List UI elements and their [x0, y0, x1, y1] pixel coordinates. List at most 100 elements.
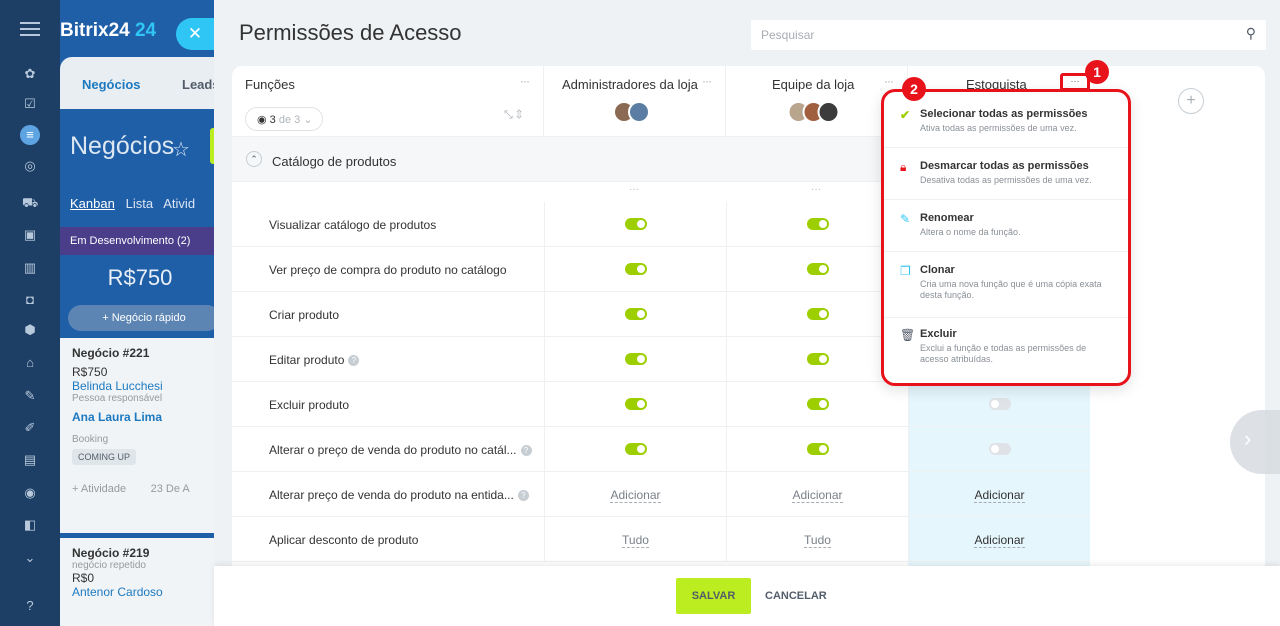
search-icon[interactable]: ⚲ [1246, 25, 1256, 42]
avatar [817, 101, 839, 123]
nav-icon-contacts[interactable]: ▣ [22, 227, 38, 243]
nav-icon-circle[interactable]: ◉ [22, 485, 38, 501]
nav-icon-chat[interactable]: ◧ [22, 517, 38, 533]
nav-icon-cart[interactable]: ⛟ [22, 195, 38, 211]
collapse-expand-icon[interactable]: ⤡ ⇕ [504, 109, 522, 122]
functions-menu-icon[interactable]: ··· [520, 74, 530, 88]
menu-item-desc: Altera o nome da função. [920, 227, 1021, 237]
permission-toggle[interactable] [807, 398, 829, 410]
deal-note: negócio repetido [72, 560, 146, 571]
section-label: Catálogo de produtos [272, 154, 397, 169]
close-slider-button[interactable]: ✕ [176, 18, 214, 50]
nav-icon-bank[interactable]: ⌂ [22, 355, 38, 371]
cell [726, 427, 908, 471]
quick-deal-button[interactable]: + Negócio rápido [68, 305, 220, 331]
permission-label: Visualizar catálogo de produtos [269, 218, 437, 232]
roles-count-pill[interactable]: ◉ 3 de 3 ⌄ [245, 107, 323, 131]
column-menu-icon[interactable]: ··· [884, 74, 894, 88]
step-marker: 1 [1085, 60, 1109, 84]
menu-item-deselect-all[interactable]: 🔒︎ Desmarcar todas as permissões Desativ… [884, 160, 1128, 200]
view-list[interactable]: Lista [126, 196, 153, 211]
cell: Tudo [726, 517, 908, 561]
permission-row: Aplicar desconto de produto Tudo Tudo Ad… [232, 517, 1090, 562]
nav-icon-robot[interactable]: ◘ [22, 292, 38, 308]
close-icon: ✕ [187, 24, 203, 43]
logo: Bitrix24 24 [60, 20, 156, 42]
permission-label: Alterar preço de venda do produto na ent… [269, 488, 514, 502]
cell [544, 292, 726, 336]
permission-label: Excluir produto [269, 398, 350, 412]
cell [908, 382, 1090, 426]
add-permission-link[interactable]: Adicionar [610, 488, 661, 503]
add-role-button[interactable]: + [1178, 88, 1204, 114]
permission-toggle[interactable] [807, 308, 829, 320]
permission-toggle[interactable] [807, 443, 829, 455]
permission-toggle[interactable] [807, 218, 829, 230]
cell: Tudo [544, 517, 726, 561]
add-activity-link[interactable]: + Atividade [72, 483, 126, 495]
nav-icon-sign[interactable]: ✎ [22, 388, 38, 404]
permission-label-wrap: Editar produto? [269, 353, 360, 367]
save-button[interactable]: SALVAR [676, 578, 751, 614]
star-icon[interactable]: ☆ [172, 137, 190, 162]
status-badge: COMING UP [72, 449, 137, 465]
permission-toggle[interactable] [807, 263, 829, 275]
column-dots-icon[interactable]: ··· [811, 184, 821, 195]
menu-item-title: Clonar [920, 264, 955, 276]
cell-value: Adicionar [909, 488, 1090, 503]
permission-toggle[interactable] [625, 443, 647, 455]
menu-item-delete[interactable]: 🗑︎ Excluir Exclui a função e todas as pe… [884, 328, 1128, 374]
add-permission-link[interactable]: Adicionar [792, 488, 843, 503]
permission-toggle[interactable] [625, 308, 647, 320]
permission-toggle[interactable] [989, 398, 1011, 410]
cancel-button[interactable]: CANCELAR [765, 590, 827, 602]
permission-label: Editar produto [269, 353, 345, 367]
view-activities[interactable]: Ativid [163, 196, 195, 211]
nav-icon-more[interactable]: ⌄ [22, 550, 38, 566]
deal-client[interactable]: Antenor Cardoso [72, 585, 208, 599]
column-dots-icon[interactable]: ··· [629, 184, 639, 195]
deal-card[interactable]: Negócio #219 negócio repetido R$0 Anteno… [60, 538, 220, 626]
add-permission-link[interactable]: Adicionar [974, 533, 1025, 548]
nav-icon-sites[interactable]: ✿ [22, 66, 38, 82]
left-nav: ✿ ☑ ≡ ◎ ⛟ ▣ ▥ ◘ ⬢ ⌂ ✎ ✐ ▤ ◉ ◧ ⌄ ? [0, 0, 60, 626]
menu-item-rename[interactable]: ✎ Renomear Altera o nome da função. [884, 212, 1128, 252]
nav-icon-target[interactable]: ◎ [22, 158, 38, 174]
menu-item-clone[interactable]: ❐ Clonar Cria uma nova função que é uma … [884, 264, 1128, 318]
nav-icon-crm[interactable]: ≡ [20, 125, 40, 145]
eye-icon: ◉ [257, 114, 267, 126]
column-menu-icon[interactable]: ··· [702, 74, 712, 88]
deal-owner[interactable]: Ana Laura Lima [72, 410, 208, 424]
permission-toggle[interactable] [625, 353, 647, 365]
nav-icon-docs[interactable]: ✐ [22, 420, 38, 436]
tab-deals[interactable]: Negócios [82, 77, 141, 92]
cell: Adicionar [908, 517, 1090, 561]
permission-toggle[interactable] [625, 263, 647, 275]
chevron-up-icon[interactable]: ⌃ [246, 151, 262, 167]
nav-icon-box[interactable]: ⬢ [22, 322, 38, 338]
trash-icon: 🗑︎ [900, 328, 916, 342]
permission-toggle[interactable] [807, 353, 829, 365]
permission-label: Aplicar desconto de produto [269, 533, 419, 547]
permission-toggle[interactable] [625, 398, 647, 410]
nav-icon-calendar[interactable]: ▤ [22, 452, 38, 468]
deal-client[interactable]: Belinda Lucchesi [72, 379, 208, 393]
help-icon[interactable]: ? [22, 598, 38, 614]
nav-icon-analytics[interactable]: ▥ [22, 260, 38, 276]
nav-icon-tasks[interactable]: ☑ [22, 96, 38, 112]
permission-toggle[interactable] [989, 443, 1011, 455]
help-icon[interactable]: ? [520, 445, 532, 457]
view-kanban[interactable]: Kanban [70, 196, 115, 211]
cell [544, 247, 726, 291]
deal-card[interactable]: Negócio #221 R$750 Belinda Lucchesi Pess… [60, 338, 220, 533]
help-icon[interactable]: ? [517, 490, 529, 502]
copy-icon: ❐ [900, 264, 911, 278]
menu-item-select-all[interactable]: ✔ Selecionar todas as permissões Ativa t… [884, 108, 1128, 148]
permission-value-link[interactable]: Tudo [622, 533, 649, 548]
permission-value-link[interactable]: Tudo [804, 533, 831, 548]
add-permission-link[interactable]: Adicionar [974, 488, 1025, 503]
menu-icon[interactable] [20, 22, 40, 36]
help-icon[interactable]: ? [348, 355, 360, 367]
permission-toggle[interactable] [625, 218, 647, 230]
search-input[interactable]: Pesquisar ⚲ [751, 20, 1266, 50]
